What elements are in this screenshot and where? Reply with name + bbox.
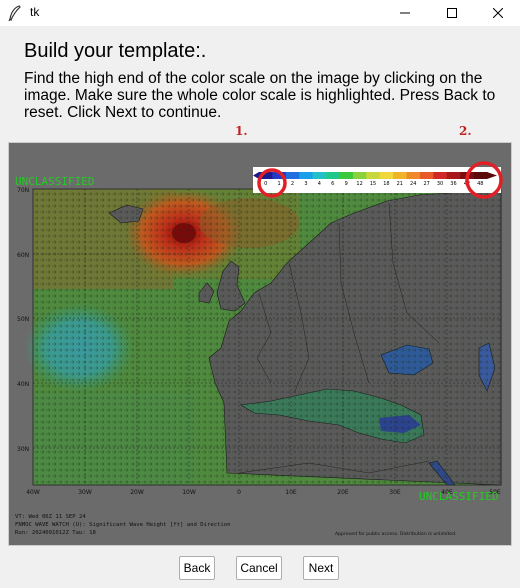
lat-label-70n: 70N <box>17 187 29 194</box>
colorbar-cell <box>285 172 300 179</box>
feather-icon <box>8 5 21 21</box>
colorbar-tick-label: 0 <box>264 181 267 187</box>
maximize-button[interactable] <box>429 0 475 26</box>
colorbar-tick-label: 30 <box>437 181 443 187</box>
lon-label: 40W <box>26 489 40 496</box>
colorbar-tick-label: 1 <box>278 181 281 187</box>
approved-note: Approved for public access. Distribution… <box>335 531 456 537</box>
colorbar-cell <box>419 172 434 179</box>
colorbar-tick-label: 2 <box>291 181 294 187</box>
lat-label-30n: 30N <box>17 446 29 453</box>
color-scale[interactable]: 0 1 2 3 4 6 9 12 15 18 21 24 27 30 36 42 48 <box>253 167 501 193</box>
classification-label-bottom: UNCLASSIFIED <box>419 490 498 503</box>
colorbar-cell <box>339 172 354 179</box>
footer-line-1: VT: Wed 06Z 11 SEP 24 <box>15 514 86 520</box>
wave-height-map[interactable]: 70N 60N 50N 40N 30N 40W 30W 20W 10W 0 10… <box>9 143 511 545</box>
colorbar-tick-label: 9 <box>345 181 348 187</box>
colorbar-tick-label: 48 <box>477 181 483 187</box>
colorbar-tick-label: 15 <box>370 181 376 187</box>
lon-label: 10W <box>182 489 196 496</box>
maximize-icon <box>447 8 457 18</box>
colorbar-tick-label: 18 <box>383 181 389 187</box>
colorbar-tick-label: 3 <box>304 181 307 187</box>
page-heading: Build your template:. <box>24 40 207 62</box>
lon-label: 10E <box>285 489 297 496</box>
colorbar-tick-label: 4 <box>318 181 321 187</box>
close-button[interactable] <box>475 0 520 26</box>
lat-label-60n: 60N <box>17 252 29 259</box>
colorbar-cell <box>406 172 421 179</box>
lon-label: 20E <box>337 489 349 496</box>
lat-label-40n: 40N <box>17 381 29 388</box>
colorbar-cell <box>312 172 327 179</box>
colorbar-cell <box>393 172 407 179</box>
colorbar-cell <box>433 172 448 179</box>
lon-label: 20W <box>130 489 144 496</box>
colorbar-cell <box>352 172 367 179</box>
colorbar-tick-label: 27 <box>423 181 429 187</box>
marker-label-2: 2. <box>459 124 472 138</box>
footer-line-3: Run: 2024091012Z Tau: 18 <box>15 530 96 536</box>
colorbar-cell <box>446 172 461 179</box>
back-button[interactable]: Back <box>179 556 215 580</box>
footer-line-2: FNMOC WAVE WATCH (U): Significant Wave H… <box>15 522 231 528</box>
lon-label: 30E <box>389 489 401 496</box>
classification-label-top: UNCLASSIFIED <box>15 175 94 188</box>
instructions-text: Find the high end of the color scale on … <box>24 70 496 121</box>
lat-label-50n: 50N <box>17 316 29 323</box>
colorbar-tick-label: 12 <box>356 181 362 187</box>
colorbar-cell <box>299 172 313 179</box>
colorbar-cell <box>366 172 380 179</box>
colorbar-tick-label: 24 <box>410 181 416 187</box>
window-titlebar: tk <box>0 0 520 26</box>
map-image[interactable]: 70N 60N 50N 40N 30N 40W 30W 20W 10W 0 10… <box>8 142 512 546</box>
window-title: tk <box>30 5 40 19</box>
colorbar-tick-label: 21 <box>397 181 403 187</box>
colorbar-cell <box>473 172 488 179</box>
cancel-button[interactable]: Cancel <box>236 556 282 580</box>
colorbar-cell <box>326 172 340 179</box>
close-icon <box>493 8 503 18</box>
next-button[interactable]: Next <box>303 556 339 580</box>
minimize-button[interactable] <box>382 0 428 26</box>
colorbar-tick-label: 6 <box>331 181 334 187</box>
lon-label: 0 <box>237 489 241 496</box>
marker-label-1: 1. <box>235 124 248 138</box>
colorbar-tick-label: 36 <box>450 181 456 187</box>
minimize-icon <box>400 12 410 14</box>
colorbar-cell <box>379 172 394 179</box>
lon-label: 30W <box>78 489 92 496</box>
